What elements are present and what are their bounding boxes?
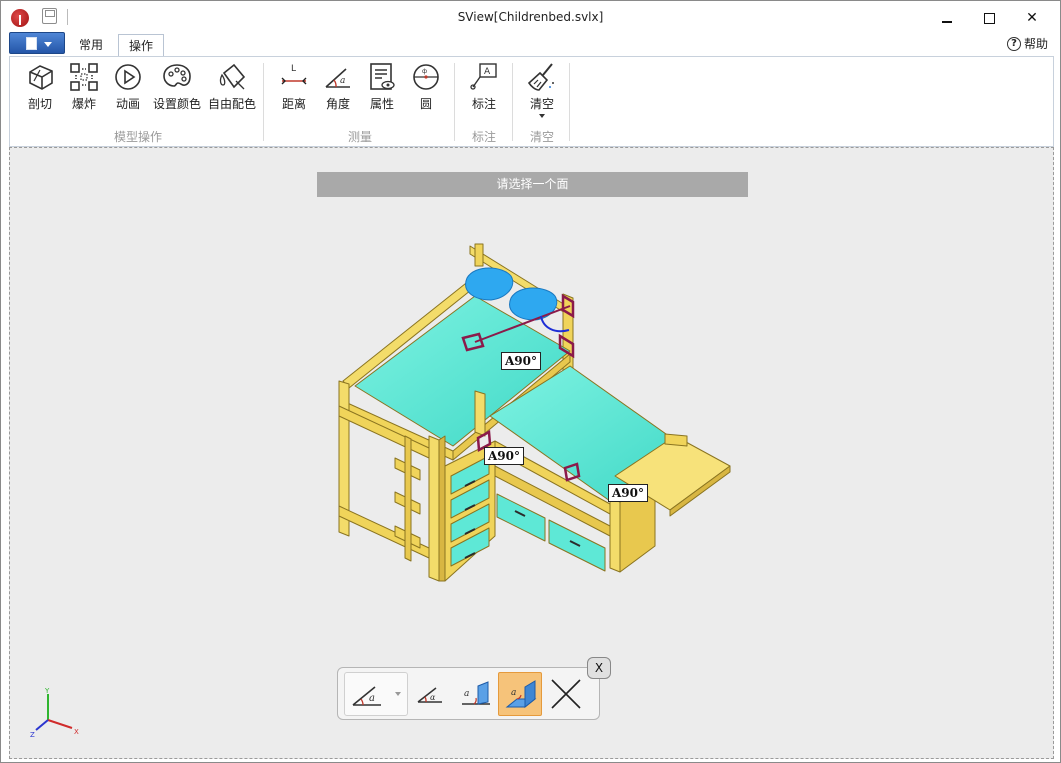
svg-text:ф: ф — [422, 68, 427, 75]
svg-text:a: a — [511, 688, 516, 698]
distance-button[interactable]: L 距离 — [272, 61, 316, 112]
broom-icon — [527, 63, 554, 91]
angle-button[interactable]: a 角度 — [316, 61, 360, 112]
explode-label: 爆炸 — [71, 97, 96, 111]
section-cut-label: 剖切 — [27, 97, 52, 111]
minimize-button[interactable] — [925, 1, 969, 33]
close-button[interactable]: ✕ — [1010, 1, 1054, 33]
face-face-angle-button[interactable]: a — [498, 672, 542, 716]
group-label-annotate: 标注 — [471, 130, 496, 144]
window-title: SView[Childrenbed.svlx] — [457, 10, 604, 24]
group-separator — [569, 63, 570, 141]
help-label: 帮助 — [1023, 37, 1048, 51]
app-window: SView[Childrenbed.svlx] ✕ 常用 操作 ? 帮助 剖切 — [0, 0, 1061, 763]
annotation-icon: A — [470, 63, 497, 90]
set-color-button[interactable]: 设置颜色 — [150, 61, 204, 112]
circle-measure-icon: ф — [413, 64, 439, 90]
svg-text:A: A — [484, 67, 491, 77]
ribbon-panel: 剖切 爆炸 动画 设置颜色 自由配色 模型操作 L 距离 a 角度 属性 ф 圆… — [9, 56, 1054, 147]
section-cut-icon — [29, 65, 53, 90]
line-face-angle-icon: a — [462, 681, 490, 705]
help-button[interactable]: ? 帮助 — [1006, 35, 1048, 52]
section-cut-button[interactable]: 剖切 — [18, 61, 62, 112]
group-separator — [263, 63, 264, 141]
group-label-measure: 测量 — [347, 130, 372, 144]
clear-dropdown-icon[interactable] — [539, 114, 545, 118]
line-line-angle-button[interactable]: α — [410, 672, 454, 716]
axis-triad: Y X Z — [30, 688, 79, 738]
axis-y-label: Y — [44, 688, 50, 695]
angle-icon: a — [352, 686, 381, 706]
group-label-model: 模型操作 — [113, 130, 162, 144]
axis-x-label: X — [74, 728, 79, 736]
line-angle-icon: α — [417, 687, 442, 703]
angle-icon: a — [325, 68, 350, 88]
properties-icon — [370, 63, 395, 90]
distance-icon: L — [281, 64, 307, 85]
paint-bucket-icon — [219, 63, 246, 90]
animation-label: 动画 — [115, 97, 140, 111]
3d-viewport[interactable]: 请选择一个面 A90° A90° A90° Y X Z a α a a X — [9, 147, 1054, 759]
svg-text:a: a — [369, 693, 375, 704]
document-icon — [26, 37, 37, 50]
explode-button[interactable]: 爆炸 — [62, 61, 106, 112]
line-face-angle-button[interactable]: a — [454, 672, 498, 716]
close-toolbar-button[interactable]: X — [587, 657, 611, 679]
group-separator — [454, 63, 455, 141]
svg-text:a: a — [464, 689, 469, 699]
bed-model[interactable] — [325, 236, 745, 596]
angle-readout[interactable]: A90° — [501, 352, 542, 370]
free-color-button[interactable]: 自由配色 — [205, 61, 259, 112]
face-angle-icon: a — [505, 680, 537, 709]
cross-icon — [551, 679, 581, 709]
tab-common[interactable]: 常用 — [69, 34, 113, 58]
animation-button[interactable]: 动画 — [106, 61, 150, 112]
play-icon — [115, 64, 141, 90]
file-menu-button[interactable] — [9, 32, 65, 54]
properties-button[interactable]: 属性 — [360, 61, 404, 112]
annotate-button[interactable]: A 标注 — [462, 61, 506, 112]
free-color-label: 自由配色 — [207, 97, 256, 111]
maximize-button[interactable] — [967, 1, 1011, 33]
angle-mode-dropdown[interactable]: a — [344, 672, 408, 716]
angle-readout[interactable]: A90° — [484, 447, 525, 465]
clear-label: 清空 — [529, 97, 554, 111]
palette-icon — [163, 64, 191, 87]
angle-label: 角度 — [325, 97, 350, 111]
axis-z-label: Z — [30, 731, 35, 738]
angle-mode-toolbar: a α a a — [337, 667, 600, 720]
explode-icon — [70, 63, 98, 91]
group-separator — [512, 63, 513, 141]
help-icon: ? — [1006, 36, 1021, 51]
tab-operate[interactable]: 操作 — [118, 34, 165, 58]
set-color-label: 设置颜色 — [152, 97, 201, 111]
selection-prompt: 请选择一个面 — [317, 172, 748, 197]
caret-down-icon — [44, 42, 52, 47]
annotate-label: 标注 — [471, 97, 496, 111]
svg-text:L: L — [291, 64, 296, 74]
cancel-measure-button[interactable] — [544, 672, 588, 716]
ribbon-tabs: 常用 操作 ? 帮助 — [1, 31, 1060, 58]
circle-label: 圆 — [419, 97, 432, 111]
circle-button[interactable]: ф 圆 — [404, 61, 448, 112]
svg-text:a: a — [340, 76, 345, 86]
group-label-clear: 清空 — [529, 130, 554, 144]
chevron-down-icon — [395, 692, 401, 696]
distance-label: 距离 — [281, 97, 306, 111]
title-bar: SView[Childrenbed.svlx] ✕ — [1, 1, 1060, 33]
clear-button[interactable]: 清空 — [520, 61, 564, 118]
svg-text:α: α — [430, 693, 436, 702]
properties-label: 属性 — [369, 97, 394, 111]
angle-readout[interactable]: A90° — [608, 484, 649, 502]
